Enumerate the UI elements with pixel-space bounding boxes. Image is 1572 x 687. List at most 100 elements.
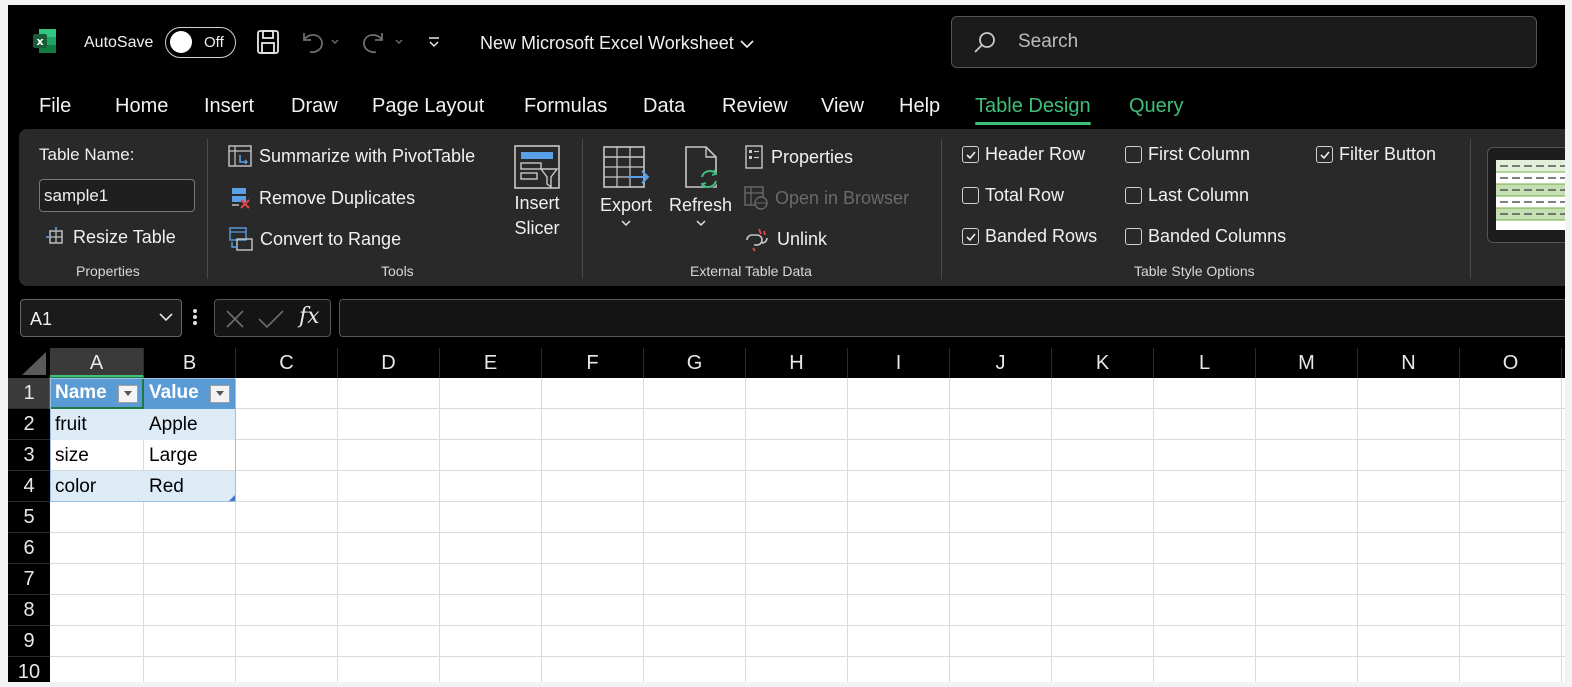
chevron-down-icon — [621, 220, 631, 227]
autosave-toggle[interactable]: Off — [165, 27, 236, 58]
banded-rows-checkbox[interactable]: Banded Rows — [962, 226, 1097, 247]
row-header-3[interactable]: 3 — [8, 440, 50, 471]
checkbox-checked-icon — [962, 146, 979, 163]
column-header-j[interactable]: J — [950, 348, 1052, 378]
table-cell[interactable]: fruit — [50, 409, 144, 440]
table-cell[interactable]: color — [50, 471, 144, 502]
open-in-browser-button[interactable]: Open in Browser — [743, 185, 909, 211]
convert-to-range-button[interactable]: Convert to Range — [228, 226, 401, 252]
column-header-d[interactable]: D — [338, 348, 440, 378]
tab-table-design[interactable]: Table Design — [975, 95, 1091, 125]
banded-columns-checkbox[interactable]: Banded Columns — [1125, 226, 1286, 247]
column-header-i[interactable]: I — [848, 348, 950, 378]
column-header-o[interactable]: O — [1460, 348, 1562, 378]
tab-view[interactable]: View — [821, 95, 864, 118]
column-header-n[interactable]: N — [1358, 348, 1460, 378]
tab-draw[interactable]: Draw — [291, 95, 338, 118]
row-header-8[interactable]: 8 — [8, 595, 50, 626]
tab-file[interactable]: File — [39, 95, 71, 118]
table-cell[interactable]: Large — [144, 440, 236, 471]
select-all-icon[interactable] — [8, 348, 50, 378]
tab-formulas[interactable]: Formulas — [524, 95, 607, 118]
convert-to-range-label: Convert to Range — [260, 228, 402, 249]
header-row-checkbox[interactable]: Header Row — [962, 144, 1085, 165]
table-style-preview-icon — [1496, 160, 1565, 230]
properties-label: Properties — [771, 146, 854, 167]
column-header-l[interactable]: L — [1154, 348, 1256, 378]
tab-review[interactable]: Review — [722, 95, 788, 118]
export-icon — [603, 146, 650, 188]
table-styles-gallery[interactable] — [1487, 147, 1565, 243]
redo-icon[interactable] — [360, 27, 406, 57]
table-header-text: Value — [149, 382, 199, 403]
total-row-checkbox[interactable]: Total Row — [962, 185, 1064, 206]
export-label: Export — [600, 195, 653, 215]
column-header-g[interactable]: G — [644, 348, 746, 378]
first-column-checkbox[interactable]: First Column — [1125, 144, 1250, 165]
chevron-down-icon — [740, 39, 754, 48]
remove-duplicates-label: Remove Duplicates — [259, 187, 416, 208]
autosave-label: AutoSave — [84, 34, 154, 51]
tab-help[interactable]: Help — [899, 95, 940, 118]
filter-button-label: Filter Button — [1339, 144, 1437, 164]
last-column-checkbox[interactable]: Last Column — [1125, 185, 1249, 206]
row-header-9[interactable]: 9 — [8, 626, 50, 657]
refresh-button[interactable]: Refresh — [669, 143, 732, 228]
column-header-b[interactable]: B — [144, 348, 236, 378]
column-header-a[interactable]: A — [50, 348, 144, 378]
checkbox-unchecked-icon — [1125, 187, 1142, 204]
cancel-icon[interactable] — [224, 309, 246, 329]
tab-data[interactable]: Data — [643, 95, 685, 118]
remove-duplicates-button[interactable]: Remove Duplicates — [229, 185, 415, 211]
row-header-1[interactable]: 1 — [8, 378, 50, 409]
unlink-button[interactable]: Unlink — [743, 226, 827, 252]
resize-table-button[interactable]: Resize Table — [45, 226, 176, 248]
chevron-down-icon — [695, 220, 706, 227]
column-header-k[interactable]: K — [1052, 348, 1154, 378]
slicer-icon — [514, 145, 560, 189]
export-button[interactable]: Export — [600, 143, 652, 228]
column-header-c[interactable]: C — [236, 348, 338, 378]
name-box[interactable]: A1 — [20, 299, 182, 337]
insert-function-icon[interactable]: fx — [299, 304, 320, 329]
table-name-input[interactable]: sample1 — [39, 179, 195, 212]
properties-button[interactable]: Properties — [743, 144, 853, 170]
enter-check-icon[interactable] — [257, 309, 285, 329]
tab-insert[interactable]: Insert — [204, 95, 254, 118]
filter-dropdown-icon[interactable] — [210, 385, 230, 403]
group-label-tools: Tools — [381, 263, 414, 279]
table-cell[interactable]: Red — [144, 471, 236, 502]
cell-area[interactable]: Name Value fruit Apple size Large color Red — [49, 377, 1565, 682]
document-title[interactable]: New Microsoft Excel Worksheet — [480, 33, 754, 54]
row-header-7[interactable]: 7 — [8, 564, 50, 595]
open-in-browser-label: Open in Browser — [775, 187, 910, 208]
ribbon: Table Name: sample1 Resize Table Propert… — [19, 129, 1565, 286]
search-box[interactable]: Search — [951, 16, 1537, 68]
undo-icon[interactable] — [298, 27, 340, 57]
column-header-h[interactable]: H — [746, 348, 848, 378]
summarize-pivot-button[interactable]: Summarize with PivotTable — [227, 144, 475, 168]
row-header-4[interactable]: 4 — [8, 471, 50, 502]
table-cell[interactable]: size — [50, 440, 144, 471]
spreadsheet-grid: ABCDEFGHIJKLMNO 1 2 3 4 5 6 7 8 9 10 Name Value fru… — [8, 348, 1565, 682]
tab-query[interactable]: Query — [1129, 95, 1183, 118]
insert-slicer-button[interactable]: Insert Slicer — [512, 143, 562, 241]
formula-input[interactable] — [339, 299, 1565, 337]
more-options-icon[interactable] — [192, 308, 198, 326]
row-header-2[interactable]: 2 — [8, 409, 50, 440]
tab-home[interactable]: Home — [115, 95, 168, 118]
column-header-m[interactable]: M — [1256, 348, 1358, 378]
column-header-f[interactable]: F — [542, 348, 644, 378]
row-header-5[interactable]: 5 — [8, 502, 50, 533]
table-cell[interactable]: Apple — [144, 409, 236, 440]
save-icon[interactable] — [256, 27, 280, 57]
row-header-6[interactable]: 6 — [8, 533, 50, 564]
document-title-text: New Microsoft Excel Worksheet — [480, 33, 734, 53]
customize-qat-icon[interactable] — [426, 27, 442, 57]
row-header-10[interactable]: 10 — [8, 657, 50, 682]
column-header-e[interactable]: E — [440, 348, 542, 378]
summarize-pivot-label: Summarize with PivotTable — [259, 145, 476, 166]
table-header-cell[interactable]: Value — [144, 378, 236, 409]
filter-button-checkbox[interactable]: Filter Button — [1316, 144, 1436, 165]
tab-page-layout[interactable]: Page Layout — [372, 95, 484, 118]
